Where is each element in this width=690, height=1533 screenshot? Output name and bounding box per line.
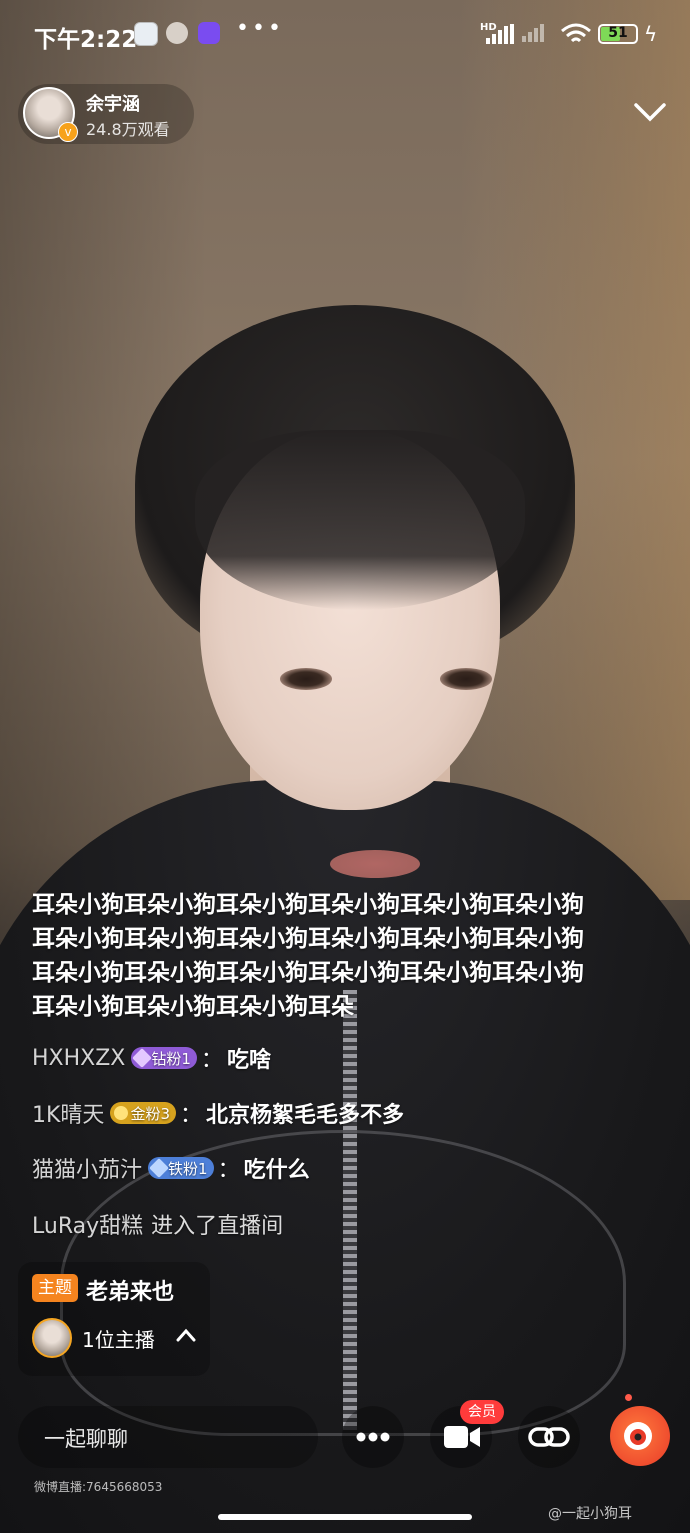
cohost-avatar[interactable]	[32, 1318, 72, 1358]
host-card[interactable]: v 余宇涵 24.8万观看	[18, 84, 194, 144]
signal-icon	[486, 24, 514, 44]
system-text: 进入了直播间	[151, 1214, 284, 1239]
host-count: 1位主播	[82, 1328, 155, 1352]
weibo-mascot-icon	[624, 1422, 652, 1450]
chat-text: 北京杨絮毛毛多不多	[206, 1103, 405, 1128]
chat-username[interactable]: HXHXZX	[32, 1046, 125, 1071]
signal-2-icon	[522, 24, 544, 42]
diamond-icon	[132, 1048, 153, 1068]
chat-message: 猫猫小茄汁 铁粉1 ： 吃什么	[32, 1152, 310, 1184]
link-button[interactable]	[518, 1406, 580, 1468]
topic-panel[interactable]: 主题 老弟来也 1位主播	[18, 1262, 210, 1376]
status-time: 下午2:22	[34, 27, 138, 53]
chat-text: 吃什么	[243, 1158, 310, 1183]
topic-text: 老弟来也	[86, 1280, 175, 1305]
link-icon	[528, 1427, 570, 1447]
verified-icon: v	[58, 122, 78, 142]
viewer-count: 24.8万观看	[86, 120, 170, 139]
chevron-down-icon[interactable]	[632, 98, 668, 126]
chat-username[interactable]: 1K晴天	[32, 1097, 104, 1129]
more-icon	[356, 1432, 390, 1442]
gold-icon	[111, 1103, 132, 1123]
room-id: 微博直播:7645668053	[34, 1480, 163, 1494]
home-indicator[interactable]	[218, 1514, 472, 1520]
chat-username[interactable]: 猫猫小茄汁	[32, 1152, 142, 1184]
fan-badge: 铁粉1	[148, 1157, 214, 1179]
fan-badge: 金粉3	[110, 1102, 176, 1124]
charging-icon: ϟ	[644, 22, 658, 46]
fan-badge: 钻粉1	[131, 1047, 197, 1069]
battery-level: 51	[608, 25, 628, 41]
topic-tag: 主题	[32, 1274, 78, 1302]
wifi-icon	[561, 23, 591, 43]
highlight-comment: 耳朵小狗耳朵小狗耳朵小狗耳朵小狗耳朵小狗耳朵小狗耳朵小狗耳朵小狗耳朵小狗耳朵小狗…	[32, 892, 584, 1020]
system-message: LuRay甜糕 进入了直播间	[32, 1208, 283, 1240]
vip-badge: 会员	[460, 1400, 504, 1424]
chevron-up-icon[interactable]	[176, 1328, 196, 1342]
host-name: 余宇涵	[86, 94, 140, 115]
comment-input[interactable]: 一起聊聊	[18, 1406, 318, 1468]
status-bar: 下午2:22 ••• HD 51 ϟ	[0, 0, 690, 70]
chat-username[interactable]: LuRay甜糕	[32, 1208, 143, 1240]
app-notification-icon	[134, 22, 158, 46]
more-button[interactable]	[342, 1406, 404, 1468]
battery-icon: 51	[598, 24, 638, 44]
chat-message: 1K晴天 金粉3 ： 北京杨絮毛毛多不多	[32, 1097, 404, 1129]
weibo-gift-button[interactable]	[610, 1394, 670, 1466]
avatar-notification-icon	[166, 22, 188, 44]
more-notifications-icon: •••	[236, 16, 284, 41]
chat-message: HXHXZX 钻粉1 ： 吃啥	[32, 1042, 271, 1074]
chat-text: 吃啥	[226, 1048, 271, 1073]
iron-icon	[149, 1158, 169, 1178]
weibo-watermark: @一起小狗耳	[548, 1506, 632, 1522]
link-notification-icon	[198, 22, 220, 44]
